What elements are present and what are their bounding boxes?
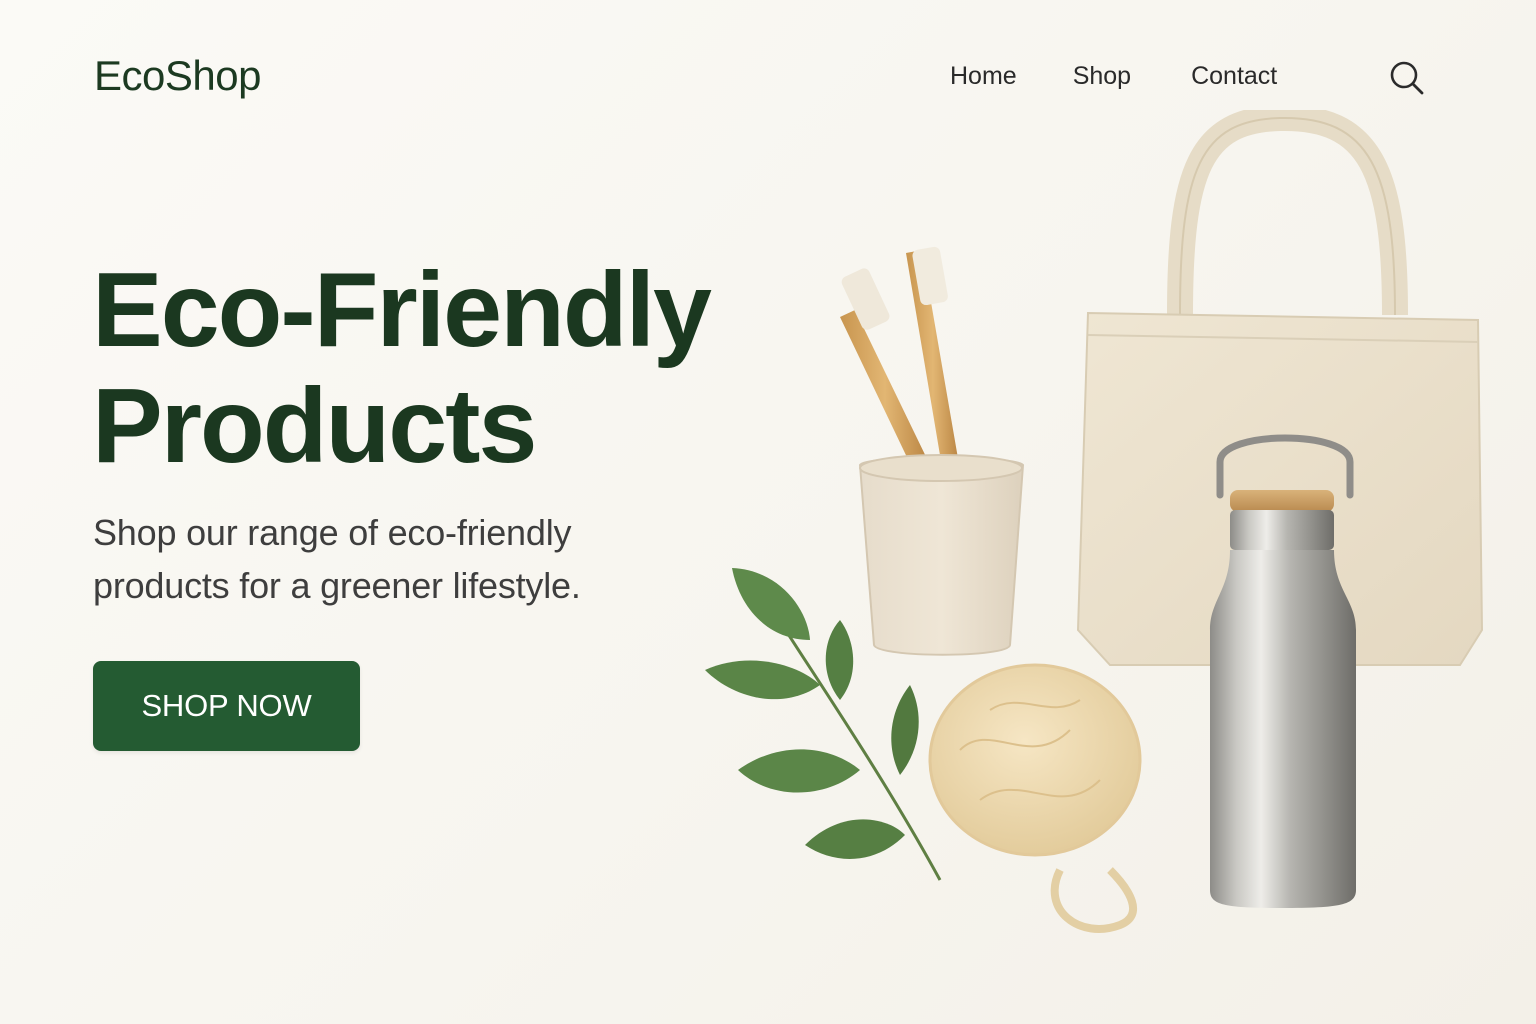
search-button[interactable] — [1384, 56, 1428, 100]
nav-link-shop[interactable]: Shop — [1037, 58, 1161, 94]
nav-link-contact[interactable]: Contact — [1161, 58, 1297, 94]
nav-link-home[interactable]: Home — [930, 58, 1037, 94]
page: EcoShop Home Shop Contact Eco-Friendly P… — [0, 0, 1536, 1024]
natural-sponge — [928, 663, 1142, 933]
hero-title: Eco-Friendly Products — [92, 252, 792, 484]
toothbrush-cup — [858, 454, 1025, 656]
shop-now-button[interactable]: SHOP NOW — [93, 661, 360, 751]
hero-title-line-1: Eco-Friendly — [92, 251, 712, 369]
hero-subtitle: Shop our range of eco-friendly products … — [93, 506, 693, 612]
logo[interactable]: EcoShop — [94, 50, 261, 102]
hero-title-line-2: Products — [92, 367, 537, 485]
hero-subtitle-line-2: products for a greener lifestyle. — [93, 565, 581, 606]
main-nav: Home Shop Contact — [930, 58, 1297, 94]
hero-subtitle-line-1: Shop our range of eco-friendly — [93, 512, 572, 553]
search-icon — [1390, 61, 1424, 95]
product-illustration-svg — [705, 110, 1484, 933]
bamboo-toothbrush — [840, 246, 960, 473]
product-illustration — [690, 110, 1510, 960]
